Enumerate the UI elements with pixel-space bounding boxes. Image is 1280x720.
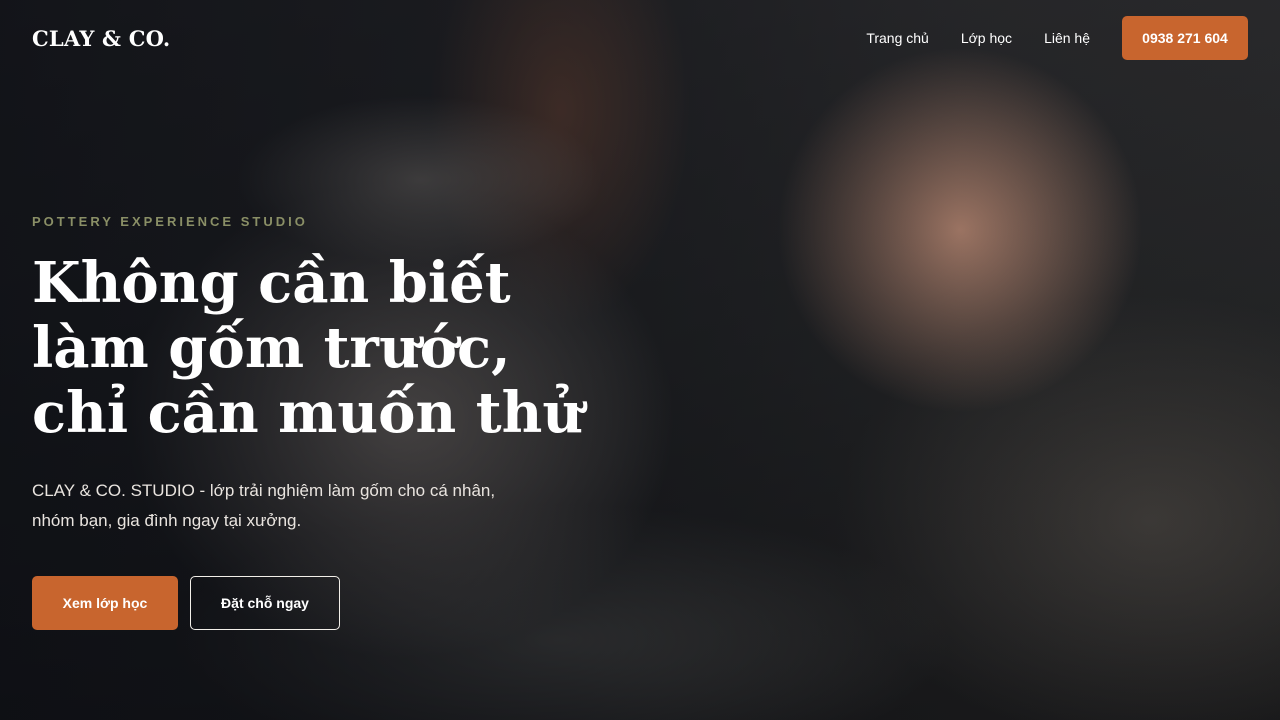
- phone-button[interactable]: 0938 271 604: [1122, 16, 1248, 60]
- hero-eyebrow: POTTERY EXPERIENCE STUDIO: [32, 214, 308, 229]
- hero-description: CLAY & CO. STUDIO - lớp trải nghiệm làm …: [32, 481, 496, 530]
- main-nav: Trang chủ Lớp học Liên hệ 0938 271 604: [866, 16, 1248, 60]
- hero-cta-row: Xem lớp học Đặt chỗ ngay: [32, 576, 632, 630]
- nav-link-home[interactable]: Trang chủ: [866, 30, 929, 46]
- hero-content: POTTERY EXPERIENCE STUDIO Không cần biết…: [32, 214, 632, 630]
- view-classes-button[interactable]: Xem lớp học: [32, 576, 178, 630]
- nav-link-classes[interactable]: Lớp học: [961, 30, 1012, 46]
- logo[interactable]: CLAY & CO.: [32, 26, 170, 51]
- book-now-button[interactable]: Đặt chỗ ngay: [190, 576, 340, 630]
- nav-link-contact[interactable]: Liên hệ: [1044, 30, 1090, 46]
- site-header: CLAY & CO. Trang chủ Lớp học Liên hệ 093…: [0, 0, 1280, 76]
- hero-title: Không cần biết làm gốm trước, chỉ cần mu…: [32, 250, 584, 446]
